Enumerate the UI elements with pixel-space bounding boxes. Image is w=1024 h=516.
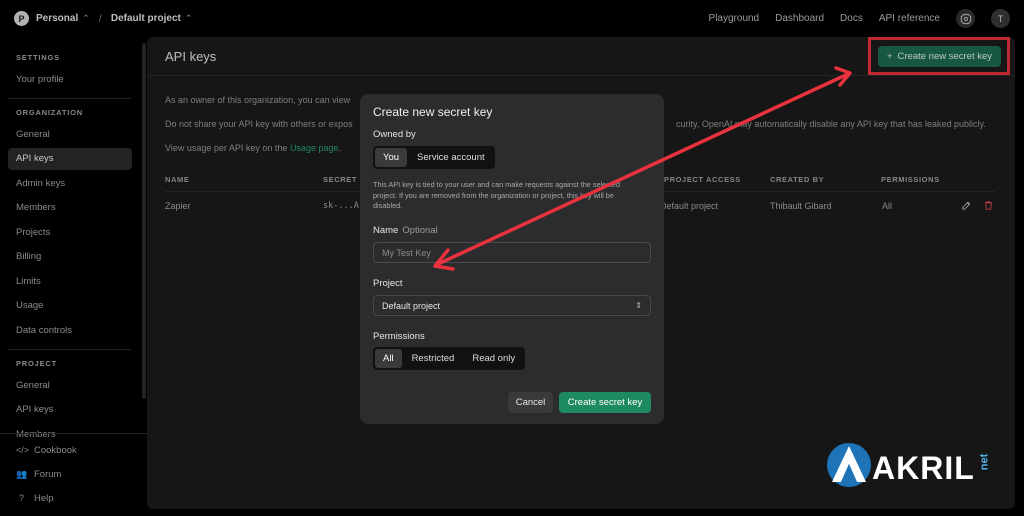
- chevron-updown-icon: ⇕: [635, 301, 642, 310]
- akril-logo-text: AKRIL: [872, 450, 975, 486]
- akril-logo-suffix: net: [978, 453, 991, 471]
- owned-by-toggle: You Service account: [373, 146, 495, 169]
- name-label-text: Name: [373, 225, 399, 236]
- project-select[interactable]: Default project ⇕: [373, 295, 651, 316]
- cancel-button[interactable]: Cancel: [508, 392, 553, 413]
- owned-by-you[interactable]: You: [375, 148, 408, 167]
- permissions-read-only[interactable]: Read only: [464, 349, 523, 368]
- owned-by-service-account[interactable]: Service account: [409, 148, 493, 167]
- akril-logo: AKRIL net: [826, 436, 998, 494]
- key-name-input[interactable]: [373, 242, 651, 263]
- permissions-label: Permissions: [373, 331, 425, 342]
- create-key-modal: Create new secret key Owned by You Servi…: [360, 94, 664, 424]
- create-secret-key-submit[interactable]: Create secret key: [559, 392, 651, 413]
- ownership-help-text: This API key is tied to your user and ca…: [373, 180, 621, 211]
- permissions-all[interactable]: All: [375, 349, 402, 368]
- project-label: Project: [373, 278, 403, 289]
- permissions-toggle: All Restricted Read only: [373, 347, 526, 370]
- optional-hint: Optional: [402, 225, 438, 236]
- owned-by-label: Owned by: [373, 129, 416, 140]
- permissions-restricted[interactable]: Restricted: [404, 349, 463, 368]
- name-label: Name Optional: [373, 225, 438, 236]
- akril-logo-mark: [827, 443, 871, 487]
- modal-title: Create new secret key: [373, 105, 493, 119]
- project-select-value: Default project: [382, 300, 441, 311]
